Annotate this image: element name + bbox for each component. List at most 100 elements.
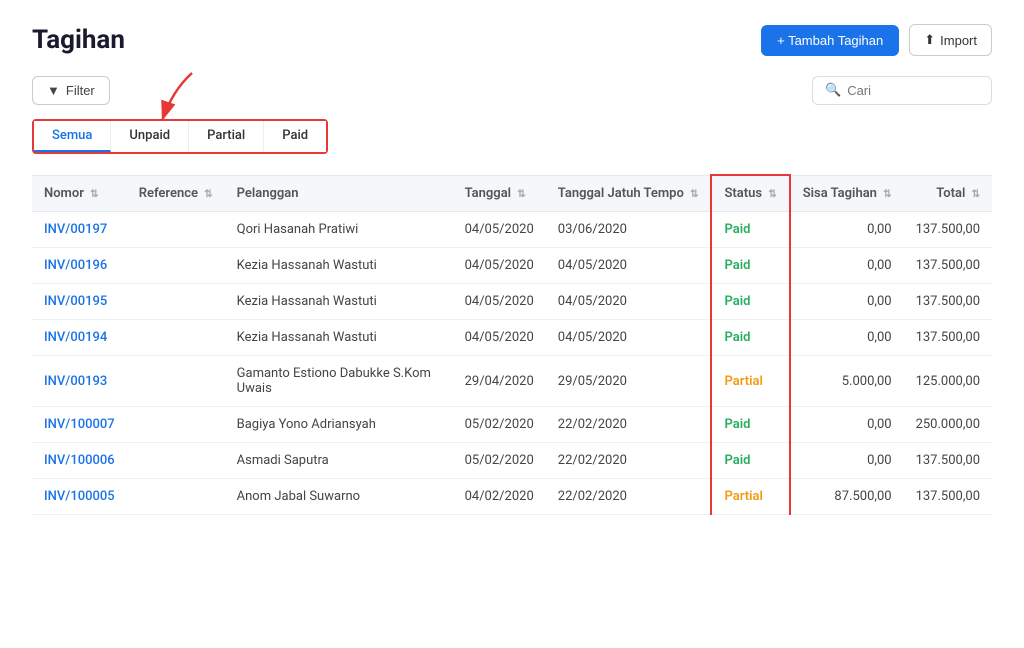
status-badge: Partial <box>724 489 762 504</box>
cell-nomor[interactable]: INV/00197 <box>32 212 127 248</box>
cell-reference <box>127 284 225 320</box>
cell-total: 137.500,00 <box>904 479 992 515</box>
table-row: INV/100007 Bagiya Yono Adriansyah 05/02/… <box>32 407 992 443</box>
page: Tagihan + Tambah Tagihan ⬆ Import ▼ Filt… <box>0 0 1024 648</box>
table-header-row: Nomor ⇅ Reference ⇅ Pelanggan Tanggal ⇅ … <box>32 175 992 212</box>
invoice-link[interactable]: INV/100007 <box>44 417 115 432</box>
status-badge: Partial <box>724 374 762 389</box>
cell-pelanggan: Kezia Hassanah Wastuti <box>225 248 453 284</box>
cell-tanggal: 05/02/2020 <box>453 443 546 479</box>
col-total: Total ⇅ <box>904 175 992 212</box>
cell-status: Paid <box>711 443 789 479</box>
col-status: Status ⇅ <box>711 175 789 212</box>
invoice-link[interactable]: INV/00195 <box>44 294 107 309</box>
cell-total: 137.500,00 <box>904 443 992 479</box>
cell-jatuh-tempo: 22/02/2020 <box>546 443 712 479</box>
cell-sisa-tagihan: 5.000,00 <box>790 356 904 407</box>
col-tanggal: Tanggal ⇅ <box>453 175 546 212</box>
cell-pelanggan: Qori Hasanah Pratiwi <box>225 212 453 248</box>
cell-jatuh-tempo: 22/02/2020 <box>546 407 712 443</box>
tab-paid[interactable]: Paid <box>264 121 326 152</box>
cell-sisa-tagihan: 87.500,00 <box>790 479 904 515</box>
cell-pelanggan: Kezia Hassanah Wastuti <box>225 284 453 320</box>
invoice-link[interactable]: INV/00193 <box>44 374 107 389</box>
cell-jatuh-tempo: 04/05/2020 <box>546 248 712 284</box>
cell-sisa-tagihan: 0,00 <box>790 443 904 479</box>
sort-icon-sisa: ⇅ <box>883 189 891 200</box>
header: Tagihan + Tambah Tagihan ⬆ Import <box>32 24 992 56</box>
cell-jatuh-tempo: 29/05/2020 <box>546 356 712 407</box>
cell-jatuh-tempo: 04/05/2020 <box>546 284 712 320</box>
status-badge: Paid <box>724 258 750 273</box>
status-badge: Paid <box>724 453 750 468</box>
cell-status: Partial <box>711 356 789 407</box>
cell-pelanggan: Gamanto Estiono Dabukke S.Kom Uwais <box>225 356 453 407</box>
cell-reference <box>127 479 225 515</box>
cell-reference <box>127 407 225 443</box>
import-button[interactable]: ⬆ Import <box>909 24 992 56</box>
search-icon: 🔍 <box>825 83 841 98</box>
cell-reference <box>127 443 225 479</box>
cell-tanggal: 04/02/2020 <box>453 479 546 515</box>
sort-icon-tempo: ⇅ <box>690 189 698 200</box>
table-row: INV/00193 Gamanto Estiono Dabukke S.Kom … <box>32 356 992 407</box>
cell-total: 125.000,00 <box>904 356 992 407</box>
cell-sisa-tagihan: 0,00 <box>790 212 904 248</box>
cell-tanggal: 05/02/2020 <box>453 407 546 443</box>
search-input[interactable] <box>847 83 987 98</box>
invoice-link[interactable]: INV/00196 <box>44 258 107 273</box>
cell-tanggal: 04/05/2020 <box>453 284 546 320</box>
cell-jatuh-tempo: 03/06/2020 <box>546 212 712 248</box>
annotation-area: Semua Unpaid Partial Paid <box>32 119 992 172</box>
cell-nomor[interactable]: INV/100006 <box>32 443 127 479</box>
cell-reference <box>127 320 225 356</box>
cell-reference <box>127 248 225 284</box>
status-badge: Paid <box>724 330 750 345</box>
cell-nomor[interactable]: INV/100007 <box>32 407 127 443</box>
cell-total: 250.000,00 <box>904 407 992 443</box>
cell-sisa-tagihan: 0,00 <box>790 320 904 356</box>
header-actions: + Tambah Tagihan ⬆ Import <box>761 24 992 56</box>
cell-status: Paid <box>711 320 789 356</box>
status-badge: Paid <box>724 222 750 237</box>
invoice-link[interactable]: INV/100005 <box>44 489 115 504</box>
cell-tanggal: 04/05/2020 <box>453 320 546 356</box>
cell-nomor[interactable]: INV/00194 <box>32 320 127 356</box>
table-row: INV/00197 Qori Hasanah Pratiwi 04/05/202… <box>32 212 992 248</box>
cell-total: 137.500,00 <box>904 284 992 320</box>
cell-status: Partial <box>711 479 789 515</box>
col-nomor: Nomor ⇅ <box>32 175 127 212</box>
cell-total: 137.500,00 <box>904 320 992 356</box>
col-tanggal-jatuh-tempo: Tanggal Jatuh Tempo ⇅ <box>546 175 712 212</box>
filter-button[interactable]: ▼ Filter <box>32 76 110 105</box>
invoice-link[interactable]: INV/00197 <box>44 222 107 237</box>
cell-tanggal: 04/05/2020 <box>453 212 546 248</box>
cell-tanggal: 29/04/2020 <box>453 356 546 407</box>
cell-nomor[interactable]: INV/00193 <box>32 356 127 407</box>
tab-unpaid[interactable]: Unpaid <box>111 121 189 152</box>
cell-nomor[interactable]: INV/00195 <box>32 284 127 320</box>
cell-sisa-tagihan: 0,00 <box>790 407 904 443</box>
col-reference: Reference ⇅ <box>127 175 225 212</box>
search-box: 🔍 <box>812 76 992 105</box>
cell-pelanggan: Anom Jabal Suwarno <box>225 479 453 515</box>
table-row: INV/00194 Kezia Hassanah Wastuti 04/05/2… <box>32 320 992 356</box>
table-row: INV/100006 Asmadi Saputra 05/02/2020 22/… <box>32 443 992 479</box>
tab-partial[interactable]: Partial <box>189 121 264 152</box>
cell-status: Paid <box>711 407 789 443</box>
cell-nomor[interactable]: INV/100005 <box>32 479 127 515</box>
status-badge: Paid <box>724 294 750 309</box>
sort-icon-reference: ⇅ <box>204 189 212 200</box>
cell-nomor[interactable]: INV/00196 <box>32 248 127 284</box>
add-tagihan-button[interactable]: + Tambah Tagihan <box>761 25 899 56</box>
sort-icon-status: ⇅ <box>768 189 776 200</box>
tabs-wrapper: Semua Unpaid Partial Paid <box>32 119 328 154</box>
tab-semua[interactable]: Semua <box>34 121 111 152</box>
cell-total: 137.500,00 <box>904 248 992 284</box>
cell-reference <box>127 356 225 407</box>
toolbar: ▼ Filter 🔍 <box>32 76 992 105</box>
cell-tanggal: 04/05/2020 <box>453 248 546 284</box>
invoice-link[interactable]: INV/00194 <box>44 330 107 345</box>
import-icon: ⬆ <box>924 32 935 48</box>
invoice-link[interactable]: INV/100006 <box>44 453 115 468</box>
